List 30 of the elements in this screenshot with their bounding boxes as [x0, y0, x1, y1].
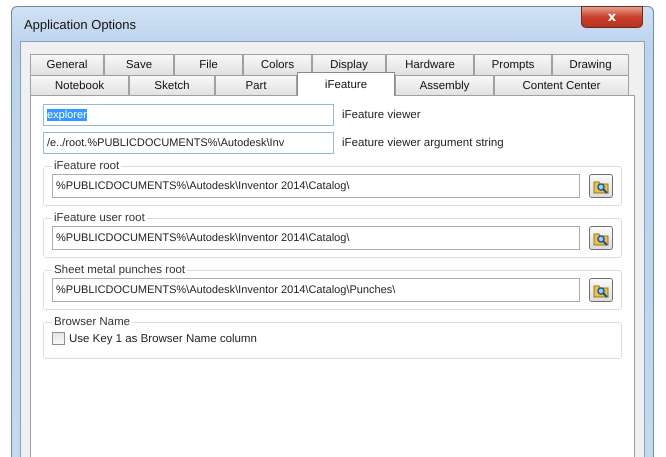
group-title: iFeature user root	[53, 212, 146, 224]
tab[interactable]: Content Center	[494, 75, 629, 96]
tab[interactable]: Prompts	[474, 54, 552, 75]
close-button[interactable]: x	[581, 6, 643, 28]
checkbox-label: Use Key 1 as Browser Name column	[69, 332, 257, 344]
browse-button[interactable]	[589, 226, 613, 250]
path-field[interactable]: %PUBLICDOCUMENTS%\Autodesk\Inventor 2014\Catalog\	[52, 226, 580, 250]
group-title: iFeature root	[53, 160, 120, 172]
tab[interactable]: Colors	[243, 54, 312, 75]
tab[interactable]: Notebook	[30, 75, 129, 96]
group-title: Sheet metal punches root	[53, 264, 186, 276]
tab[interactable]: Save	[104, 54, 174, 75]
tab[interactable]: General	[30, 54, 104, 75]
field-label: iFeature viewer	[342, 109, 421, 121]
tab[interactable]: File	[174, 54, 243, 75]
checkbox[interactable]	[52, 332, 65, 345]
tab[interactable]: iFeature	[297, 72, 395, 96]
browse-button[interactable]	[589, 174, 613, 198]
field-label: iFeature viewer argument string	[342, 137, 504, 149]
group-title: Browser Name	[53, 316, 132, 328]
tab[interactable]: Assembly	[395, 75, 494, 96]
path-field[interactable]: %PUBLICDOCUMENTS%\Autodesk\Inventor 2014\Catalog\Punches\	[52, 278, 580, 302]
tab[interactable]: Part	[215, 75, 297, 96]
tab[interactable]: Drawing	[552, 54, 629, 75]
tab[interactable]: Sketch	[129, 75, 215, 96]
input-field[interactable]: /e../root.%PUBLICDOCUMENTS%\Autodesk\Inv	[43, 132, 334, 154]
tab[interactable]: Hardware	[386, 54, 474, 75]
browse-button[interactable]	[589, 278, 613, 302]
path-field[interactable]: %PUBLICDOCUMENTS%\Autodesk\Inventor 2014\Catalog\	[52, 174, 580, 198]
window-title: Application Options	[24, 17, 136, 32]
